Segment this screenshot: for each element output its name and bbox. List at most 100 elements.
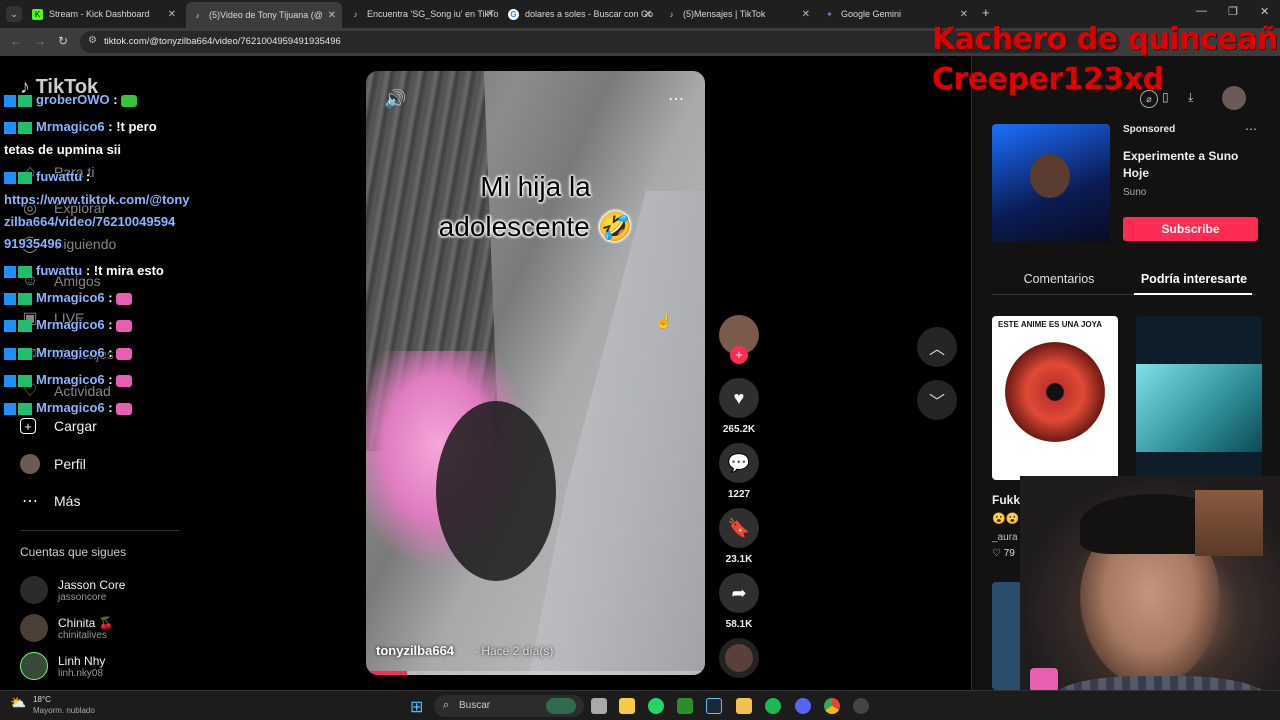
minimize-button[interactable]: — [1196,5,1207,17]
spotify-icon[interactable] [765,698,781,714]
next-video-button[interactable]: ﹀ [917,380,957,420]
tiktok-icon: ♪ [669,9,674,19]
recommended-video-thumbnail[interactable]: ESTE ANIME ES UNA JOYA [992,316,1118,480]
chrome-icon[interactable] [824,698,840,714]
tab-podria-interesarte[interactable]: Podría interesarte [1132,272,1256,286]
subscribe-button[interactable]: Subscribe [1123,217,1258,241]
following-account[interactable]: Jasson Core jassoncore [20,576,125,604]
webcam-feed [1020,476,1280,720]
browser-tab[interactable]: K Stream - Kick Dashboard ✕ [26,4,182,24]
weather-icon[interactable]: ⛅ [10,695,26,711]
previous-video-button[interactable]: ︿ [917,327,957,367]
chat-message: groberOWO : [4,92,138,107]
kick-icon: K [32,8,43,20]
steam-icon[interactable] [706,698,722,714]
whatsapp-icon[interactable] [648,698,664,714]
chat-link[interactable]: 91935496 [4,236,62,251]
reload-icon[interactable]: ↻ [58,34,68,48]
folder-icon[interactable] [736,698,752,714]
badge-icon [18,374,32,387]
avatar[interactable] [1222,86,1246,110]
tab-comentarios[interactable]: Comentarios [992,272,1126,286]
sidebar-item-perfil[interactable]: Perfil [20,454,86,474]
xbox-icon[interactable] [677,698,693,714]
follow-plus-icon[interactable]: + [730,346,748,364]
eye-image [1005,342,1105,442]
upload-icon: + [20,418,36,434]
obs-icon[interactable] [853,698,869,714]
taskbar-search[interactable]: ⌕ Buscar [434,695,584,717]
browser-tab[interactable]: ♪ Encuentra 'SG_Song iu' en TikTo ✕ [344,4,500,24]
close-icon[interactable]: ✕ [168,9,176,20]
share-button[interactable]: ➦ 58.1K [719,573,759,630]
chat-message: fuwattu : !t mira esto [4,263,164,278]
ad-title[interactable]: Experimente a Suno Hoje [1123,148,1263,182]
window-close-button[interactable]: ✕ [1260,5,1269,18]
music-disc-button[interactable] [719,638,759,678]
discord-icon[interactable] [795,698,811,714]
following-account[interactable]: Linh Nhy linh.nky08 [20,652,105,680]
windows-start-icon[interactable]: ⊞ [410,697,423,717]
forward-icon[interactable]: → [34,34,46,48]
sidebar-divider [20,530,180,531]
calculator-icon[interactable] [619,698,635,714]
badge-icon [18,292,32,305]
close-icon[interactable]: ✕ [960,9,968,20]
badge-icon [18,319,32,332]
video-progress-fill [366,671,407,675]
video-author[interactable]: tonyzilba664 [376,643,454,658]
following-account[interactable]: Chinita 🍒 chinitalives [20,614,114,642]
sponsored-label: Sponsored [1123,124,1176,135]
ad-thumbnail[interactable] [992,124,1110,242]
windows-taskbar: ⛅ 18°C Mayorm. nublado ⊞ ⌕ Buscar [0,690,1280,720]
close-icon[interactable]: ✕ [328,10,336,21]
comment-button[interactable]: 💬 1227 [719,443,759,500]
chevron-down-icon: ﹀ [928,394,945,411]
recommended-likes: ♡ 79 [992,548,1015,559]
chevron-up-icon: ︿ [928,341,945,358]
close-icon[interactable]: ✕ [486,9,494,20]
save-button[interactable]: 🔖 23.1K [719,508,759,565]
recommended-video-thumbnail[interactable] [1136,316,1262,480]
emote-icon [116,347,133,360]
tiktok-icon: ♪ [195,10,200,20]
browser-tab[interactable]: ✦ Google Gemini ✕ [818,4,974,24]
badge-icon [18,121,32,134]
sidebar-item-cargar[interactable]: + Cargar [20,418,97,434]
task-view-icon[interactable] [591,698,607,714]
sidebar-item-mas[interactable]: ⋯ Más [20,491,80,511]
new-tab-button[interactable]: + [982,5,990,20]
recommended-title[interactable]: Fukk [992,493,1020,507]
chat-message: Mrmagico6 : [4,290,133,305]
recommended-video-thumbnail[interactable] [992,582,1022,690]
tab-search-button[interactable]: ⌄ [6,6,22,22]
gemini-icon: ✦ [826,9,833,19]
browser-tab-active[interactable]: ♪ (5)Video de Tony Tijuana (@ ✕ [186,2,342,28]
close-icon[interactable]: ✕ [644,9,652,20]
back-icon[interactable]: ← [10,34,22,48]
site-info-icon[interactable]: ⚙ [88,35,97,46]
maximize-button[interactable]: ❐ [1228,5,1238,18]
like-button[interactable]: ♥ 265.2K [719,378,759,435]
badge-icon [4,319,16,332]
browser-tab[interactable]: G dolares a soles - Buscar con Go ✕ [502,4,658,24]
author-avatar-button[interactable]: + [719,315,759,364]
volume-icon[interactable]: 🔊 [384,89,406,110]
overlay-text-line1: Kachero de quinceañ [932,22,1278,57]
badge-icon [18,171,32,184]
download-icon[interactable]: ⤓ [1188,90,1193,105]
ad-more-icon[interactable]: ⋯ [1245,122,1257,136]
browser-tab[interactable]: ♪ (5)Mensajes | TikTok ✕ [660,4,816,24]
video-progress-track[interactable] [366,671,705,675]
more-options-icon[interactable]: ⋯ [668,89,684,109]
recommended-user[interactable]: _aura [992,532,1018,543]
chat-link[interactable]: zilba664/video/76210049594 [4,214,175,229]
ad-person-image [1030,154,1070,198]
close-icon[interactable]: ✕ [802,9,810,20]
mouse-cursor-icon: ☝ [655,313,673,329]
video-player[interactable]: 🔊 ⋯ Mi hija la adolescente 🤣 tonyzilba66… [366,71,705,675]
chat-message: Mrmagico6 : [4,372,133,387]
ad-brand: Suno [1123,187,1147,198]
chat-link[interactable]: https://www.tiktok.com/@tony [4,192,190,207]
chat-message: Mrmagico6 : [4,345,133,360]
